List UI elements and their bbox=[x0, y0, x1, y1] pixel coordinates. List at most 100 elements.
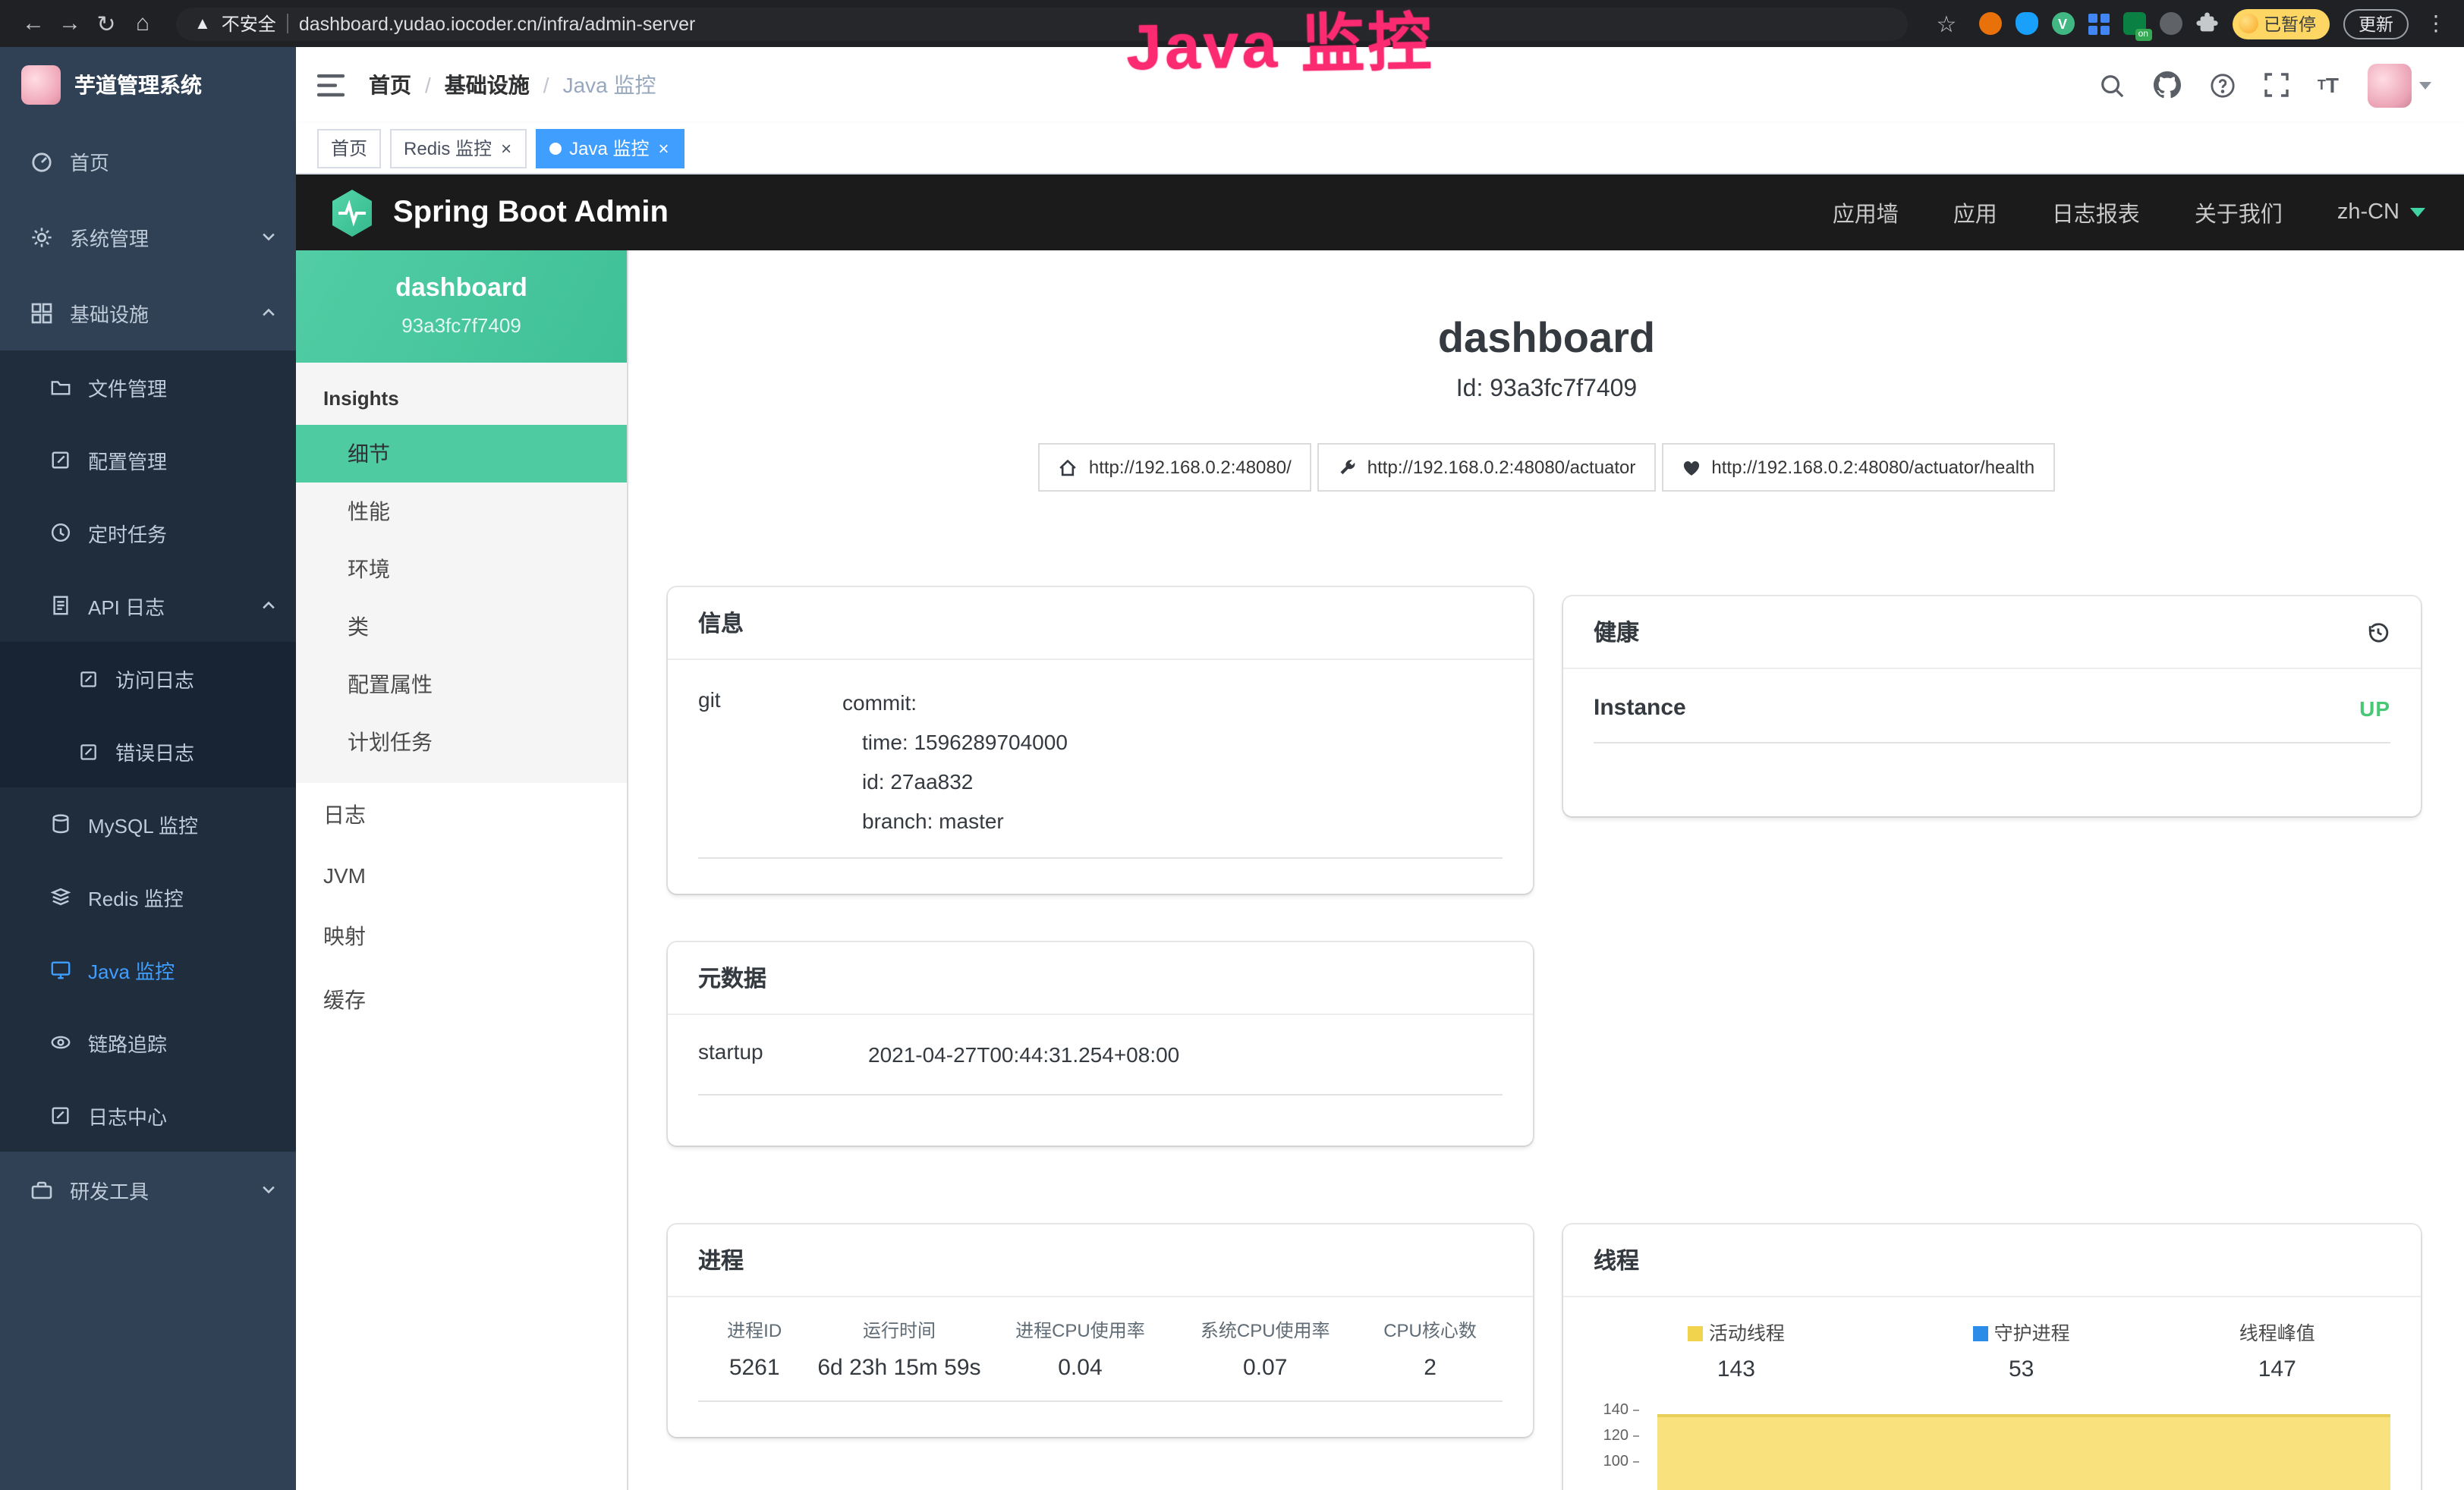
threads-panel: 线程 活动线程 守护进程 线程峰值 143 bbox=[1563, 1224, 2421, 1490]
sidebar-item-redis-monitor[interactable]: Redis 监控 bbox=[0, 860, 296, 933]
sba-menu-mappings[interactable]: 映射 bbox=[296, 904, 627, 968]
page-url: dashboard.yudao.iocoder.cn/infra/admin-s… bbox=[299, 13, 696, 34]
sba-menu-performance[interactable]: 性能 bbox=[296, 483, 627, 540]
sidebar-item-access-log[interactable]: 访问日志 bbox=[0, 642, 296, 715]
sba-menu-caches[interactable]: 缓存 bbox=[296, 968, 627, 1032]
sidebar-item-system[interactable]: 系统管理 bbox=[0, 199, 296, 275]
hamburger-icon[interactable] bbox=[317, 74, 345, 96]
sidebar-item-mysql-monitor[interactable]: MySQL 监控 bbox=[0, 787, 296, 860]
extension-icon-2[interactable] bbox=[2015, 12, 2038, 35]
breadcrumb-home[interactable]: 首页 bbox=[369, 70, 411, 100]
sidebar-item-error-log[interactable]: 错误日志 bbox=[0, 715, 296, 787]
sba-instance-menu: dashboard 93a3fc7f7409 Insights 细节 性能 环境… bbox=[296, 250, 628, 1490]
github-icon[interactable] bbox=[2154, 71, 2181, 99]
tags-view-bar: 首页 Redis 监控 × Java 监控 × bbox=[296, 123, 2464, 174]
browser-reload-icon[interactable]: ↻ bbox=[88, 5, 124, 42]
sidebar-item-java-monitor[interactable]: Java 监控 bbox=[0, 933, 296, 1006]
live-threads-area bbox=[1657, 1414, 2390, 1490]
sidebar-item-file-management[interactable]: 文件管理 bbox=[0, 350, 296, 423]
breadcrumb-current: Java 监控 bbox=[563, 70, 656, 100]
y-axis-tick: 120 bbox=[1575, 1429, 1639, 1444]
instance-root-link[interactable]: http://192.168.0.2:48080/ bbox=[1039, 443, 1311, 492]
sba-instance-header[interactable]: dashboard 93a3fc7f7409 bbox=[296, 250, 627, 363]
user-avatar[interactable] bbox=[2368, 63, 2431, 107]
sba-menu-scheduled-tasks[interactable]: 计划任务 bbox=[296, 713, 627, 771]
extensions-puzzle-icon[interactable] bbox=[2195, 12, 2218, 35]
sba-menu-details[interactable]: 细节 bbox=[296, 425, 627, 483]
threads-chart: 140 120 100 bbox=[1575, 1404, 2393, 1490]
extension-icon-3[interactable] bbox=[2159, 12, 2182, 35]
security-warning-icon: ▲ bbox=[194, 14, 211, 33]
info-panel-title: 信息 bbox=[698, 607, 744, 639]
sba-nav: 应用墙 应用 日志报表 关于我们 zh-CN bbox=[1833, 196, 2425, 228]
browser-forward-icon[interactable]: → bbox=[52, 5, 88, 42]
sba-menu-environment[interactable]: 环境 bbox=[296, 540, 627, 598]
omnibox-divider bbox=[287, 14, 288, 33]
instance-id: 93a3fc7f7409 bbox=[308, 314, 615, 337]
sba-brand-title: Spring Boot Admin bbox=[393, 195, 669, 230]
y-axis-tick: 140 bbox=[1575, 1404, 1639, 1419]
sba-nav-applications[interactable]: 应用 bbox=[1953, 196, 1997, 228]
sidebar-item-scheduled-job[interactable]: 定时任务 bbox=[0, 496, 296, 569]
sidebar-item-devtools[interactable]: 研发工具 bbox=[0, 1152, 296, 1228]
app-logo bbox=[21, 65, 61, 105]
browser-update-button[interactable]: 更新 bbox=[2343, 8, 2409, 39]
font-size-icon[interactable]: TT bbox=[2318, 74, 2339, 96]
status-badge: UP bbox=[2359, 696, 2390, 720]
app-window: 芋道管理系统 首页 系统管理 基础设施 文件管理 bbox=[0, 47, 2464, 1490]
health-history-icon[interactable] bbox=[2366, 620, 2390, 644]
sidebar-item-infra[interactable]: 基础设施 bbox=[0, 275, 296, 350]
legend-peak-label: 线程峰值 bbox=[2164, 1297, 2390, 1350]
app-logo-row[interactable]: 芋道管理系统 bbox=[0, 47, 296, 123]
caret-down-icon bbox=[2419, 81, 2431, 89]
sba-nav-about[interactable]: 关于我们 bbox=[2195, 196, 2283, 228]
sba-main-content: dashboard Id: 93a3fc7f7409 http://192.16… bbox=[628, 250, 2464, 1490]
sba-menu-section-title: Insights bbox=[296, 363, 627, 425]
bookmark-star-icon[interactable]: ☆ bbox=[1928, 5, 1965, 42]
sba-menu-config-props[interactable]: 配置属性 bbox=[296, 655, 627, 713]
annotation-java-monitor: Java 监控 bbox=[1125, 0, 1435, 90]
process-panel-title: 进程 bbox=[698, 1244, 744, 1276]
sidebar-submenu-api-log: 访问日志 错误日志 bbox=[0, 642, 296, 787]
instance-health-link[interactable]: http://192.168.0.2:48080/actuator/health bbox=[1661, 443, 2054, 492]
sba-nav-wallboard[interactable]: 应用墙 bbox=[1833, 196, 1899, 228]
instance-actuator-link[interactable]: http://192.168.0.2:48080/actuator bbox=[1317, 443, 1656, 492]
extension-icon-proxy[interactable]: on bbox=[2123, 12, 2145, 35]
sba-menu-jvm[interactable]: JVM bbox=[296, 847, 627, 904]
breadcrumb-infra[interactable]: 基础设施 bbox=[445, 70, 530, 100]
sba-menu-classes[interactable]: 类 bbox=[296, 598, 627, 655]
sidebar-item-home[interactable]: 首页 bbox=[0, 123, 296, 199]
tag-java-monitor[interactable]: Java 监控 × bbox=[536, 128, 684, 168]
process-col-header: 进程ID bbox=[698, 1297, 810, 1347]
extension-icon-grid[interactable] bbox=[2088, 13, 2109, 34]
help-icon[interactable] bbox=[2210, 72, 2236, 98]
process-col-header: 系统CPU使用率 bbox=[1172, 1297, 1358, 1347]
browser-home-icon[interactable]: ⌂ bbox=[124, 5, 161, 42]
fullscreen-icon[interactable] bbox=[2264, 73, 2289, 97]
tag-home[interactable]: 首页 bbox=[317, 128, 381, 168]
process-table: 进程ID 运行时间 进程CPU使用率 系统CPU使用率 CPU核心数 5261 … bbox=[698, 1297, 1503, 1402]
sidebar-item-api-log[interactable]: API 日志 bbox=[0, 569, 296, 642]
profile-paused-badge[interactable]: 已暂停 bbox=[2232, 8, 2330, 39]
search-icon[interactable] bbox=[2099, 72, 2125, 98]
sba-menu-logs[interactable]: 日志 bbox=[296, 783, 627, 847]
address-bar[interactable]: ▲ 不安全 dashboard.yudao.iocoder.cn/infra/a… bbox=[176, 7, 1907, 40]
document-icon bbox=[50, 595, 71, 616]
system-cpu: 0.07 bbox=[1172, 1347, 1358, 1401]
browser-back-icon[interactable]: ← bbox=[15, 5, 52, 42]
sba-nav-journal[interactable]: 日志报表 bbox=[2052, 196, 2140, 228]
sidebar-item-config-management[interactable]: 配置管理 bbox=[0, 423, 296, 496]
sba-locale-select[interactable]: zh-CN bbox=[2337, 200, 2425, 225]
close-icon[interactable]: × bbox=[656, 139, 670, 157]
sidebar-item-log-center[interactable]: 日志中心 bbox=[0, 1079, 296, 1152]
clock-icon bbox=[50, 522, 71, 543]
log-doc-icon bbox=[79, 668, 99, 688]
legend-daemon-label: 守护进程 bbox=[1879, 1297, 2164, 1350]
close-icon[interactable]: × bbox=[499, 139, 513, 157]
browser-menu-icon[interactable]: ⋮ bbox=[2422, 11, 2450, 36]
app-title: 芋道管理系统 bbox=[74, 70, 202, 100]
extension-icon-vue[interactable]: V bbox=[2051, 12, 2074, 35]
sidebar-item-trace[interactable]: 链路追踪 bbox=[0, 1006, 296, 1079]
tag-redis-monitor[interactable]: Redis 监控 × bbox=[390, 128, 527, 168]
extension-icon-1[interactable] bbox=[1978, 12, 2001, 35]
